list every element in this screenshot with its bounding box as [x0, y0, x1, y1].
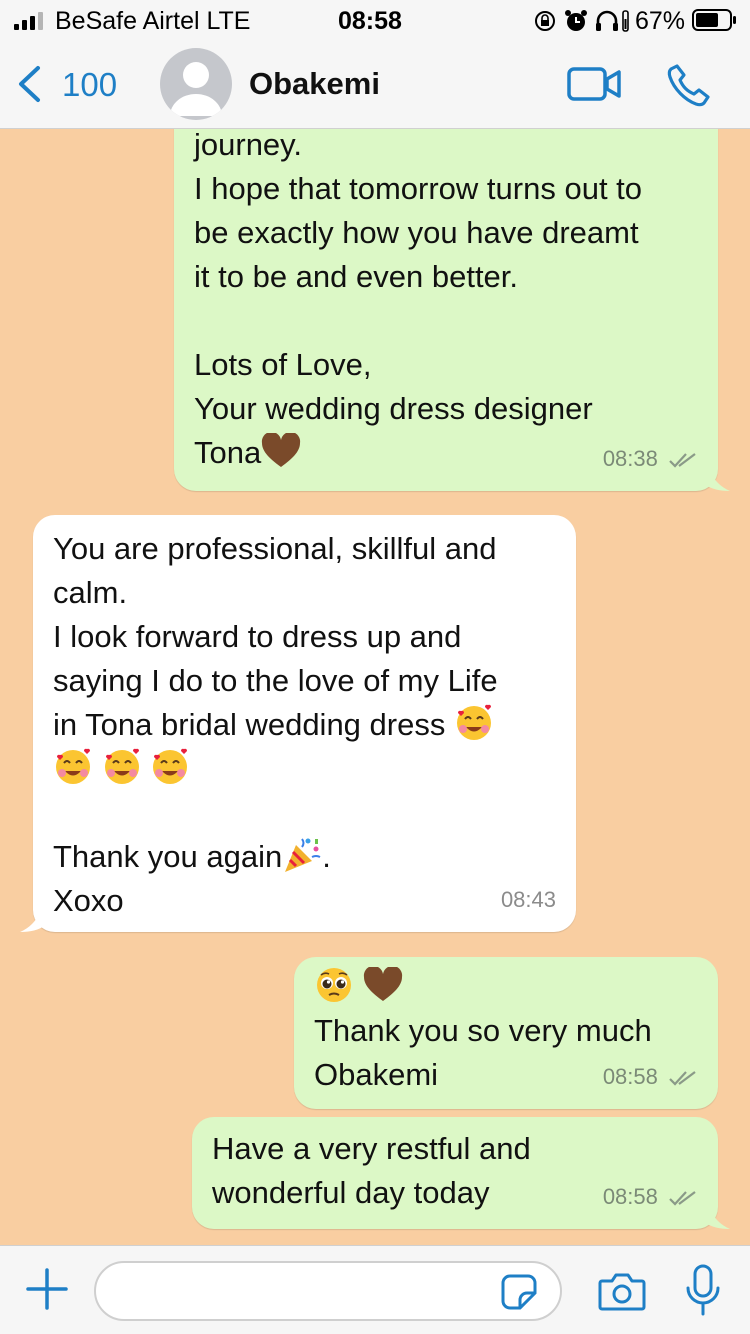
message-line: Thank you again: [53, 839, 283, 874]
message-line: Lots of Love,: [194, 347, 372, 382]
message-meta: 08:58: [603, 1055, 698, 1099]
message-meta: 08:58: [603, 1175, 698, 1219]
message-line: in Tona bridal wedding dress: [53, 707, 446, 742]
smiling-face-with-hearts-icon: [456, 704, 491, 740]
message-line: calm.: [53, 575, 128, 610]
battery-icon: [692, 9, 736, 31]
message-line: wonderful day today: [212, 1175, 490, 1210]
signal-icon: [14, 12, 43, 30]
message-line: [53, 791, 498, 835]
contact-name[interactable]: Obakemi: [249, 66, 380, 102]
message-composer: [0, 1245, 750, 1334]
read-ticks-icon: [669, 1071, 696, 1086]
read-ticks-icon: [669, 453, 696, 468]
message-bubble-outgoing[interactable]: Thank you so very much Obakemi 08:58: [294, 957, 718, 1109]
message-line: Your wedding dress designer: [194, 391, 593, 426]
status-bar: BeSafe Airtel LTE 08:58 67%: [0, 0, 750, 42]
message-line: journey.: [194, 129, 302, 162]
pleading-face-icon: [317, 968, 351, 1002]
message-line: [194, 299, 642, 343]
camera-icon[interactable]: [598, 1271, 646, 1311]
message-meta: 08:38: [603, 437, 698, 481]
message-line: Obakemi: [314, 1057, 439, 1092]
phone-icon[interactable]: [666, 62, 712, 108]
brown-heart-icon: [262, 433, 301, 467]
message-time: 08:58: [602, 1184, 658, 1209]
message-time: 08:43: [500, 887, 556, 912]
bubble-tail: [706, 1209, 730, 1229]
plus-icon[interactable]: [26, 1268, 68, 1310]
message-line: I look forward to dress up and: [53, 619, 462, 654]
bubble-tail: [706, 471, 730, 491]
back-button[interactable]: 100: [14, 62, 124, 106]
battery-percent: 67%: [635, 7, 686, 35]
message-meta: 08:43: [501, 878, 556, 922]
smiling-face-with-hearts-icon: [56, 748, 91, 784]
message-line: Tona: [194, 435, 262, 470]
message-time: 08:38: [602, 446, 658, 471]
message-line: it to be and even better.: [194, 259, 519, 294]
top-bar: BeSafe Airtel LTE 08:58 67% 100 Obakemi: [0, 0, 750, 129]
message-bubble-outgoing[interactable]: Have a very restful and wonderful day to…: [192, 1117, 718, 1229]
message-time: 08:58: [602, 1064, 658, 1089]
bubble-tail: [20, 912, 44, 932]
person-icon: [170, 62, 222, 116]
carrier-label: BeSafe Airtel LTE: [55, 7, 251, 35]
video-call-icon[interactable]: [566, 64, 622, 104]
status-indicators-icon: [535, 10, 629, 32]
message-line: I hope that tomorrow turns out to: [194, 171, 643, 206]
message-bubble-incoming[interactable]: You are professional, skillful and calm.…: [33, 515, 576, 932]
message-line: Have a very restful and: [212, 1131, 531, 1166]
avatar[interactable]: [160, 48, 232, 120]
smiling-face-with-hearts-icon: [153, 748, 188, 784]
message-line: Thank you so very much: [314, 1013, 652, 1048]
sticker-icon[interactable]: [500, 1273, 538, 1311]
chat-header: 100 Obakemi: [0, 42, 750, 128]
chat-area[interactable]: journey. I hope that tomorrow turns out …: [0, 129, 750, 1245]
message-line: be exactly how you have dreamt: [194, 215, 639, 250]
microphone-icon[interactable]: [684, 1264, 722, 1316]
read-ticks-icon: [669, 1191, 696, 1206]
message-bubble-outgoing[interactable]: journey. I hope that tomorrow turns out …: [174, 129, 718, 491]
smiling-face-with-hearts-icon: [104, 748, 139, 784]
chevron-left-icon: [19, 66, 40, 102]
brown-heart-icon: [363, 967, 402, 1001]
unread-count: 100: [62, 66, 118, 103]
message-line: You are professional, skillful and: [53, 531, 497, 566]
party-popper-icon: [285, 838, 321, 872]
message-line: Xoxo: [53, 883, 124, 918]
status-time: 08:58: [338, 7, 402, 35]
message-line: saying I do to the love of my Life: [53, 663, 498, 698]
message-input[interactable]: [94, 1261, 562, 1321]
